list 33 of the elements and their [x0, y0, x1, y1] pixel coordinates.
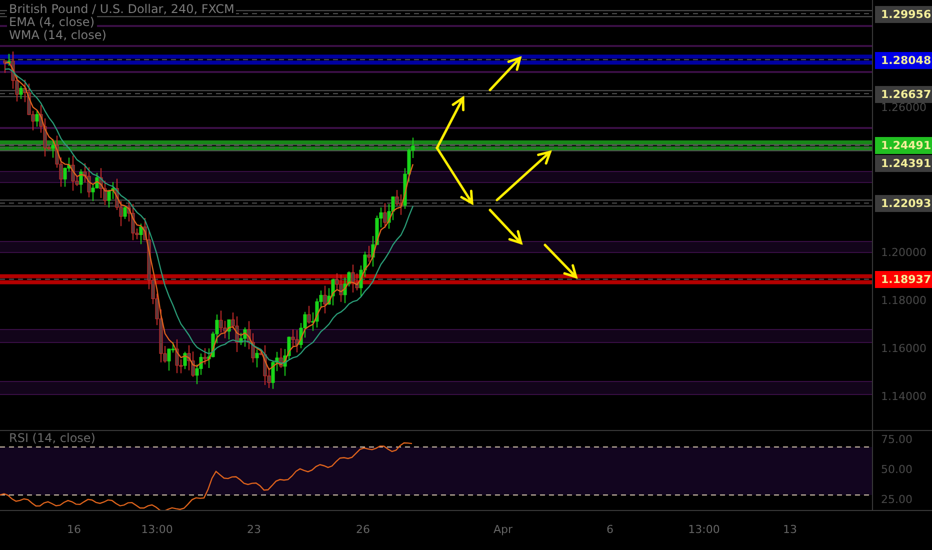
- forecast-arrow: [488, 208, 523, 245]
- price-tag: 1.22093: [875, 195, 932, 212]
- rsi-tick: 50.00: [881, 463, 912, 476]
- time-tick: 16: [67, 523, 81, 536]
- price-tag: 1.26637: [875, 86, 932, 103]
- price-tag: 1.29956: [875, 6, 932, 23]
- time-tick: 6: [606, 523, 614, 536]
- legend-text: WMA (14, close): [7, 29, 108, 42]
- time-tick: Apr: [493, 523, 513, 536]
- rsi-tick: 75.00: [881, 433, 912, 446]
- time-tick: 13:00: [141, 523, 173, 536]
- legend-text: British Pound / U.S. Dollar, 240, FXCM: [7, 3, 236, 16]
- price-tag: 1.24491: [875, 137, 932, 154]
- price-tick: 1.20000: [881, 246, 926, 259]
- rsi-tick: 25.00: [881, 493, 912, 506]
- forecast-arrow: [436, 146, 474, 206]
- forecast-arrow: [488, 56, 522, 92]
- time-tick: 13: [783, 523, 797, 536]
- price-tag: 1.28048: [875, 52, 932, 69]
- price-tick: 1.26000: [881, 101, 926, 114]
- price-tick: 1.14000: [881, 390, 926, 404]
- forecast-arrow: [436, 96, 464, 150]
- time-tick: 23: [247, 523, 261, 536]
- time-tick: 26: [356, 523, 370, 536]
- price-tag: 1.24391: [875, 155, 932, 172]
- forecast-arrow: [544, 244, 578, 279]
- price-tick: 1.16000: [881, 342, 926, 355]
- rsi-label: RSI (14, close): [7, 431, 98, 445]
- price-tick: 1.18000: [881, 294, 926, 307]
- price-tag: 1.18937: [875, 271, 932, 288]
- time-tick: 13:00: [688, 523, 720, 536]
- legend-text: EMA (4, close): [7, 16, 96, 29]
- forecast-arrow: [496, 150, 552, 202]
